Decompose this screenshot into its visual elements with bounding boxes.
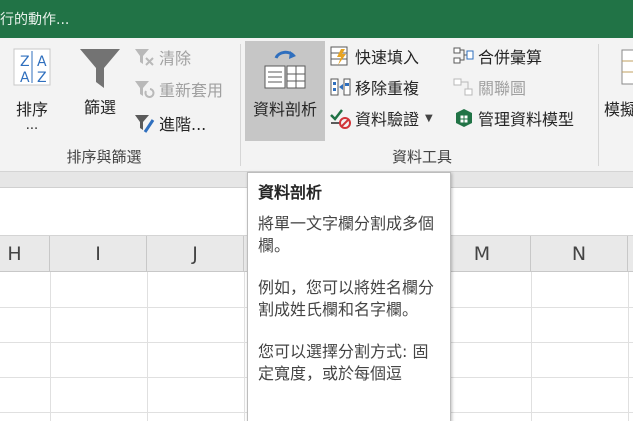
data-validation-label: 資料驗證: [355, 110, 420, 129]
column-header-h[interactable]: H: [0, 236, 50, 272]
consolidate-button[interactable]: 合併彙算: [452, 43, 542, 69]
filter-button[interactable]: 篩選: [72, 46, 128, 118]
relationships-button[interactable]: 關聯圖: [452, 74, 526, 100]
consolidate-label: 合併彙算: [478, 48, 543, 67]
remove-duplicates-icon: [330, 78, 351, 96]
filter-funnel-icon: [80, 49, 120, 88]
svg-text:Z: Z: [20, 54, 30, 70]
text-to-columns-tooltip: 資料剖析 將單一文字欄分割成多個欄。 例如，您可以將姓名欄分割成姓氏欄和名字欄。…: [247, 172, 451, 421]
reapply-icon: [135, 81, 155, 98]
tooltip-body: 將單一文字欄分割成多個欄。 例如，您可以將姓名欄分割成姓氏欄和名字欄。 您可以選…: [258, 213, 440, 385]
reapply-label: 重新套用: [159, 81, 224, 100]
advanced-label: 進階...: [159, 115, 207, 134]
advanced-filter-button[interactable]: 進階...: [133, 110, 206, 136]
group-divider: [598, 44, 599, 166]
svg-text:Z: Z: [37, 70, 47, 86]
manage-data-model-button[interactable]: 管理資料模型: [452, 105, 574, 131]
relationships-icon: [453, 78, 473, 96]
grid-line: [147, 272, 148, 421]
tooltip-title: 資料剖析: [258, 183, 323, 202]
chevron-down-icon[interactable]: ▼: [425, 113, 433, 124]
clear-label: 清除: [159, 49, 192, 68]
text-to-columns-button[interactable]: 資料剖析: [245, 46, 325, 120]
grid-line: [244, 272, 245, 421]
advanced-filter-icon: [135, 115, 155, 133]
relationships-label: 關聯圖: [478, 79, 527, 98]
what-if-icon: [621, 49, 633, 85]
consolidate-icon: [453, 47, 474, 64]
svg-text:A: A: [37, 54, 47, 70]
data-tools-group-label: 資料工具: [391, 148, 452, 166]
sort-icon: Z A A Z: [13, 48, 51, 86]
grid-line: [531, 272, 532, 421]
column-header-n[interactable]: N: [531, 236, 628, 272]
remove-duplicates-label: 移除重複: [355, 79, 420, 98]
clear-filter-button[interactable]: 清除: [133, 44, 191, 70]
sort-more: ...: [25, 118, 39, 133]
sort-label: 排序: [15, 100, 48, 119]
sort-button[interactable]: Z A A Z 排序 ...: [6, 46, 58, 132]
tooltip-paragraph: 您可以選擇分割方式: 固定寬度，或於每個逗: [258, 342, 429, 383]
data-model-icon: [456, 109, 472, 127]
data-validation-icon: [330, 109, 351, 129]
svg-text:A: A: [20, 70, 30, 86]
clear-filter-icon: [135, 49, 154, 66]
tooltip-paragraph: 將單一文字欄分割成多個欄。: [258, 214, 435, 255]
what-if-label: 模擬: [604, 100, 633, 119]
column-header-j[interactable]: J: [147, 236, 244, 272]
filter-label: 篩選: [83, 98, 116, 117]
text-to-columns-icon: [264, 50, 306, 89]
flash-fill-button[interactable]: 快速填入: [329, 43, 419, 69]
ribbon-data-tab: Z A A Z 排序 ... 篩選 清除 重新套用 進階... 排序與篩選 資料…: [0, 38, 633, 172]
grid-line: [628, 272, 629, 421]
grid-line: [50, 272, 51, 421]
tell-me-search[interactable]: 行的動作...: [0, 9, 69, 29]
remove-duplicates-button[interactable]: 移除重複: [329, 74, 419, 100]
data-validation-button[interactable]: 資料驗證 ▼: [329, 105, 433, 131]
reapply-button[interactable]: 重新套用: [133, 76, 223, 102]
what-if-analysis-button[interactable]: 模擬: [604, 46, 633, 120]
column-header-i[interactable]: I: [50, 236, 147, 272]
flash-fill-icon: [330, 46, 348, 66]
group-divider: [240, 44, 241, 166]
tooltip-paragraph: 例如，您可以將姓名欄分割成姓氏欄和名字欄。: [258, 278, 435, 319]
text-to-columns-label: 資料剖析: [252, 100, 317, 119]
sort-filter-group-label: 排序與篩選: [66, 148, 142, 166]
manage-data-model-label: 管理資料模型: [478, 110, 575, 129]
title-bar: 行的動作...: [0, 0, 633, 38]
flash-fill-label: 快速填入: [355, 48, 420, 67]
